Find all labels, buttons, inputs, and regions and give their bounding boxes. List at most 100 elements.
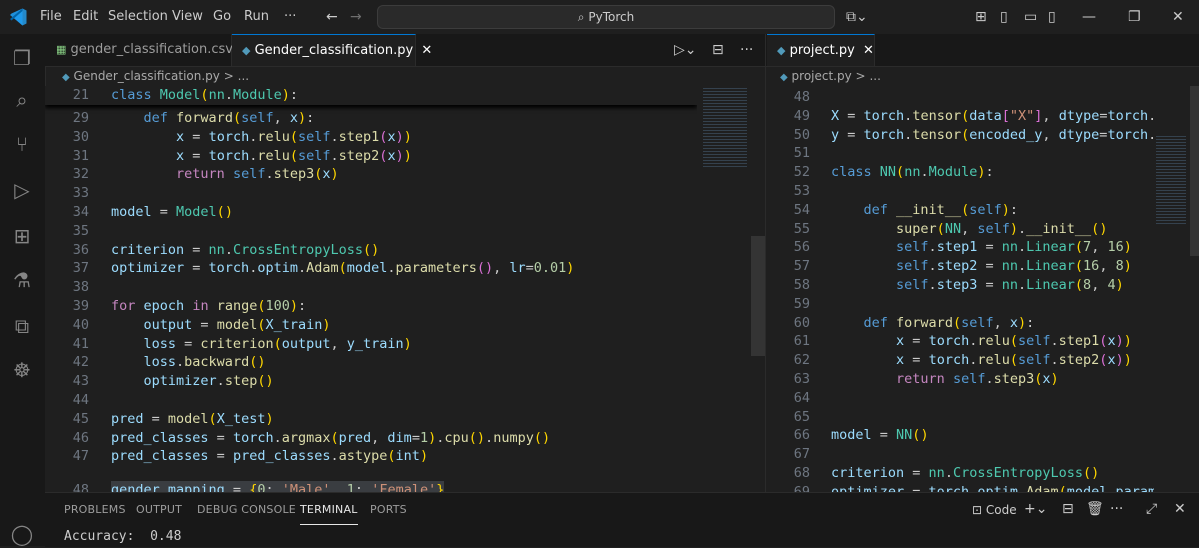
- line-number: 40: [72, 316, 89, 333]
- chart-icon[interactable]: ⧉: [8, 312, 36, 340]
- restore-icon[interactable]: ❐: [1128, 0, 1141, 34]
- accounts-icon[interactable]: ◯: [8, 520, 36, 548]
- code-line[interactable]: criterion = nn.CrossEntropyLoss(): [831, 464, 1099, 483]
- panel-tab-problems[interactable]: PROBLEMS: [64, 496, 126, 524]
- explorer-icon[interactable]: ❐: [8, 44, 36, 72]
- maximize-panel-icon[interactable]: ⤢: [1146, 492, 1157, 526]
- line-number: 61: [793, 333, 810, 350]
- breadcrumb[interactable]: ◆ project.py > ...: [780, 66, 881, 86]
- toggle-secondary-sidebar-icon[interactable]: ▯: [1048, 0, 1056, 34]
- code-line[interactable]: for epoch in range(100):: [111, 297, 306, 316]
- close-tab-icon[interactable]: ✕: [863, 43, 874, 58]
- code-line[interactable]: pred_classes = pred_classes.astype(int): [111, 447, 428, 466]
- panel-tab-debug-console[interactable]: DEBUG CONSOLE: [197, 496, 296, 524]
- code-line[interactable]: criterion = nn.CrossEntropyLoss(): [111, 241, 379, 260]
- code-line[interactable]: pred_classes = torch.argmax(pred, dim=1)…: [111, 429, 550, 448]
- line-number: 49: [793, 107, 810, 124]
- new-terminal-icon[interactable]: +⌄: [1024, 492, 1047, 526]
- more-actions-icon[interactable]: ···: [740, 33, 753, 67]
- right-code-area[interactable]: 48 49 X = torch.tensor(data["X"], dtype=to…: [766, 86, 1154, 492]
- code-line[interactable]: optimizer.step(): [111, 372, 274, 391]
- code-line[interactable]: def forward(self, x):: [111, 109, 315, 128]
- line-number: 51: [793, 145, 810, 162]
- code-line[interactable]: return self.step3(x): [831, 370, 1059, 389]
- code-line[interactable]: def __init__(self):: [831, 201, 1019, 220]
- code-line[interactable]: return self.step3(x): [111, 165, 339, 184]
- left-scrollbar[interactable]: [751, 236, 765, 356]
- search-icon[interactable]: ⌕: [8, 86, 36, 114]
- menu-item-run[interactable]: Run: [244, 0, 269, 34]
- right-scrollbar[interactable]: [1190, 86, 1199, 256]
- tab-gender-classification-py[interactable]: ◆ Gender_classification.py ✕: [232, 34, 432, 66]
- breadcrumb[interactable]: ◆ Gender_classification.py > ...: [62, 66, 249, 86]
- right-minimap[interactable]: [1154, 86, 1190, 492]
- code-line[interactable]: X = torch.tensor(data["X"], dtype=torch.…: [831, 107, 1154, 126]
- code-line[interactable]: x = torch.relu(self.step2(x)): [831, 351, 1132, 370]
- line-number: 41: [72, 335, 89, 352]
- code-line[interactable]: x = torch.relu(self.step1(x)): [111, 128, 412, 147]
- code-line[interactable]: x = torch.relu(self.step2(x)): [111, 147, 412, 166]
- terminal-output[interactable]: Accuracy: 0.48: [64, 528, 181, 546]
- code-line[interactable]: class NN(nn.Module):: [831, 163, 994, 182]
- trash-icon[interactable]: 🗑: [1086, 492, 1104, 526]
- testing-icon[interactable]: ⚗: [8, 266, 36, 294]
- tab-project-py[interactable]: ◆ project.py ✕: [767, 34, 875, 66]
- command-center-search[interactable]: ⌕ PyTorch: [377, 5, 835, 29]
- menu-item-go[interactable]: Go: [213, 0, 231, 34]
- code-line[interactable]: output = model(X_train): [111, 316, 331, 335]
- terminal-profile[interactable]: ⊡ Code: [972, 500, 1017, 520]
- menu-item-view[interactable]: View: [172, 0, 203, 34]
- split-terminal-icon[interactable]: ⊟: [1062, 492, 1074, 526]
- split-editor-icon[interactable]: ⊟: [712, 33, 724, 67]
- code-line[interactable]: y = torch.tensor(encoded_y, dtype=torch.…: [831, 126, 1154, 145]
- arrow-left-icon[interactable]: ←: [326, 0, 338, 34]
- tab-gender-classification-csv[interactable]: ▦ gender_classification.csv: [46, 34, 233, 66]
- code-line[interactable]: loss.backward(): [111, 353, 266, 372]
- menu-item-edit[interactable]: Edit: [73, 0, 98, 34]
- tab-label: gender_classification.csv: [70, 42, 233, 57]
- panel-tab-ports[interactable]: PORTS: [370, 496, 407, 524]
- toggle-panel-icon[interactable]: ▭: [1024, 0, 1037, 34]
- code-line[interactable]: loss = criterion(output, y_train): [111, 335, 412, 354]
- line-number: 57: [793, 258, 810, 275]
- run-python-file-icon[interactable]: ▷⌄: [674, 33, 697, 67]
- code-line[interactable]: model = NN(): [831, 426, 929, 445]
- vscode-logo-icon[interactable]: [8, 7, 28, 27]
- extensions-icon[interactable]: ⊞: [8, 222, 36, 250]
- code-line[interactable]: optimizer = torch.optim.Adam(model.param…: [111, 259, 574, 278]
- customize-layout-icon[interactable]: ⊞: [975, 0, 987, 34]
- close-tab-icon[interactable]: ✕: [421, 43, 432, 58]
- menu-item-selection[interactable]: Selection: [108, 0, 168, 34]
- code-line[interactable]: x = torch.relu(self.step1(x)): [831, 332, 1132, 351]
- panel-tab-output[interactable]: OUTPUT: [136, 496, 182, 524]
- arrow-right-icon[interactable]: →: [350, 0, 362, 34]
- code-line[interactable]: model = Model(): [111, 203, 233, 222]
- line-number: 35: [72, 222, 89, 239]
- panel-tab-terminal[interactable]: TERMINAL: [300, 496, 358, 525]
- code-line[interactable]: def forward(self, x):: [831, 314, 1035, 333]
- code-line[interactable]: optimizer = torch.optim.Adam(model.param…: [831, 483, 1154, 492]
- code-line[interactable]: self.step1 = nn.Linear(7, 16): [831, 238, 1132, 257]
- left-minimap[interactable]: [697, 86, 751, 492]
- sticky-scroll-header: 21 class Model(nn.Module):: [45, 86, 697, 105]
- more-actions-icon[interactable]: ···: [1110, 492, 1123, 526]
- close-panel-icon[interactable]: ✕: [1174, 492, 1186, 526]
- code-line[interactable]: gender_mapping = {0: 'Male', 1: 'Female'…: [111, 481, 445, 492]
- source-control-icon[interactable]: ⑂: [8, 130, 36, 158]
- menu-item-file[interactable]: File: [40, 0, 62, 34]
- close-icon[interactable]: ✕: [1172, 0, 1184, 34]
- menu-more-icon[interactable]: ···: [284, 0, 296, 34]
- code-line[interactable]: super(NN, self).__init__(): [831, 220, 1107, 239]
- code-line[interactable]: self.step3 = nn.Linear(8, 4): [831, 276, 1124, 295]
- minimize-icon[interactable]: —: [1082, 0, 1096, 34]
- line-number: 29: [72, 110, 89, 126]
- line-number: 55: [793, 220, 810, 237]
- run-debug-icon[interactable]: ▷: [8, 176, 36, 204]
- remote-explorer-icon[interactable]: ☸: [8, 356, 36, 384]
- code-line[interactable]: pred = model(X_test): [111, 410, 274, 429]
- copilot-icon[interactable]: ⧉⌄: [846, 0, 868, 34]
- line-number: 56: [793, 239, 810, 256]
- left-code-area[interactable]: 21 class Model(nn.Module): 29 def forwar…: [45, 86, 697, 492]
- code-line[interactable]: self.step2 = nn.Linear(16, 8): [831, 257, 1132, 276]
- toggle-sidebar-icon[interactable]: ▯: [1000, 0, 1008, 34]
